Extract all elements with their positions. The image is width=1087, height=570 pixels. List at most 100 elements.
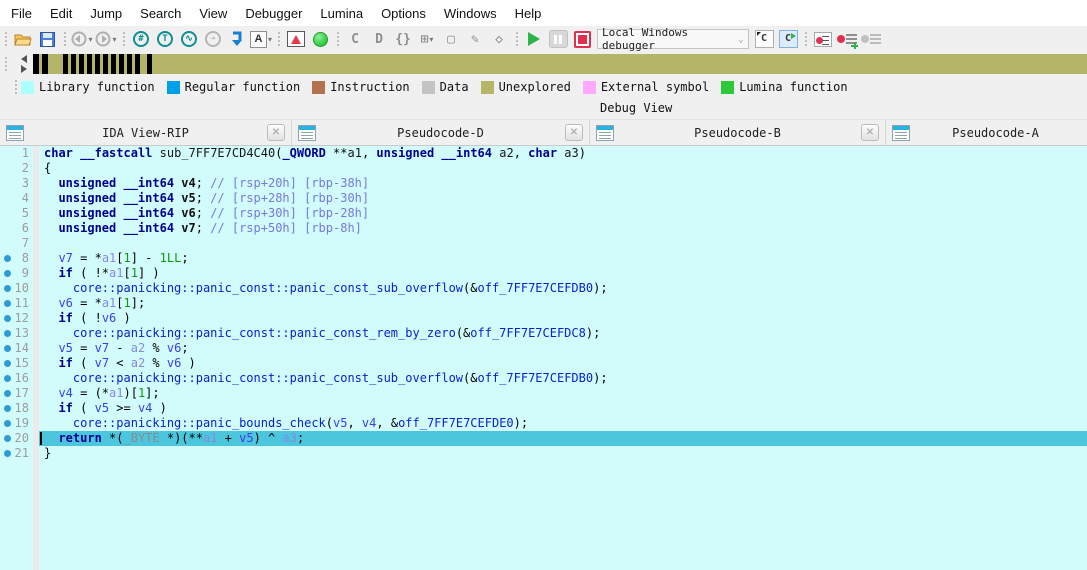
text-view-button[interactable]: A▾ [250,28,272,50]
panel-tab-ida-view-rip[interactable]: IDA View-RIP✕ [0,120,291,145]
window-icon[interactable] [596,125,614,141]
line-number: 19 [0,416,29,431]
close-icon[interactable]: ✕ [565,124,583,141]
toolbar-drag-handle[interactable] [3,30,9,48]
make-struct-button[interactable]: {} [392,28,414,50]
make-unknown-button[interactable]: ▢ [440,28,462,50]
disable-breakpoint-button[interactable] [860,28,882,50]
menu-file[interactable]: File [2,2,41,25]
code-text[interactable]: core::panicking::panic_const::panic_cons… [39,281,1087,296]
continue-process-button[interactable] [523,28,545,50]
window-icon[interactable] [6,125,24,141]
panel-title[interactable]: Pseudocode-A [910,126,1081,140]
lumina-status-button[interactable] [309,28,331,50]
code-text[interactable]: v5 = v7 - a2 % v6; [39,341,1087,356]
run-until-return-button[interactable]: C [753,28,775,50]
code-text[interactable]: unsigned __int64 v4; // [rsp+20h] [rbp-3… [39,176,1087,191]
forward-arrow-icon [95,31,111,47]
menu-jump[interactable]: Jump [81,2,131,25]
jump-to-operand-button[interactable]: ➔ [202,28,224,50]
window-icon[interactable] [892,125,910,141]
navband-drag-handle[interactable] [3,55,9,73]
debugger-selector-combo[interactable]: Local Windows debugger ⌄ [597,29,749,49]
show-flow-chart-button[interactable] [285,28,307,50]
make-code-button[interactable]: C [344,28,366,50]
tab-debug-view[interactable]: Debug View [600,101,672,115]
toolbar-drag-handle[interactable] [335,30,341,48]
menu-view[interactable]: View [190,2,236,25]
text-dropdown-caret-icon[interactable]: ▾ [268,35,272,44]
code-text[interactable]: v4 = (*a1)[1]; [39,386,1087,401]
code-line: 13 core::panicking::panic_const::panic_c… [0,326,1087,341]
navband-right-arrow-icon[interactable] [21,65,27,73]
jump-by-name-button[interactable]: T [154,28,176,50]
forward-dropdown-caret-icon[interactable]: ▾ [112,35,116,44]
patch-button[interactable]: ◇ [488,28,510,50]
code-text[interactable]: v7 = *a1[1] - 1LL; [39,251,1087,266]
code-text[interactable]: return *(_BYTE *)(**a1 + v5) ^ a3; [39,431,1087,446]
code-text[interactable]: { [39,161,1087,176]
navband-left-arrow-icon[interactable] [21,55,27,63]
navband-stripe [111,54,116,74]
code-text[interactable]: core::panicking::panic_const::panic_cons… [39,326,1087,341]
window-icon[interactable] [298,125,316,141]
menu-debugger[interactable]: Debugger [236,2,311,25]
code-text[interactable]: } [39,446,1087,461]
navigate-forward-button[interactable]: ▾ [95,28,117,50]
panel-title[interactable]: Pseudocode-B [614,126,861,140]
code-text[interactable]: if ( !*a1[1] ) [39,266,1087,281]
jump-in-new-window-button[interactable] [226,28,248,50]
navigate-back-button[interactable]: ▾ [71,28,93,50]
array-dropdown-caret-icon[interactable]: ▾ [429,35,433,44]
panel-tab-pseudocode-d[interactable]: Pseudocode-D✕ [291,120,589,145]
jump-to-segment-button[interactable]: ∿ [178,28,200,50]
code-text[interactable]: v6 = *a1[1]; [39,296,1087,311]
panel-tab-pseudocode-a[interactable]: Pseudocode-A [885,120,1087,145]
close-icon[interactable]: ✕ [267,124,285,141]
toolbar-drag-handle[interactable] [803,30,809,48]
breakpoint-list-button[interactable] [812,28,834,50]
menu-help[interactable]: Help [506,2,551,25]
panel-title[interactable]: Pseudocode-D [316,126,565,140]
make-data-button[interactable]: D [368,28,390,50]
suspend-process-button[interactable] [547,28,569,50]
code-text[interactable]: core::panicking::panic_const::panic_cons… [39,371,1087,386]
menu-lumina[interactable]: Lumina [311,2,372,25]
back-dropdown-caret-icon[interactable]: ▾ [88,35,92,44]
toolbar-drag-handle[interactable] [276,30,282,48]
save-button[interactable] [36,28,58,50]
toolbar-drag-handle[interactable] [121,30,127,48]
edit-comment-button[interactable]: ✎ [464,28,486,50]
menu-options[interactable]: Options [372,2,435,25]
code-text[interactable]: unsigned __int64 v5; // [rsp+28h] [rbp-3… [39,191,1087,206]
code-text[interactable]: if ( !v6 ) [39,311,1087,326]
navigation-band[interactable] [33,54,1087,74]
c-run-icon: C [779,30,798,48]
menu-edit[interactable]: Edit [41,2,81,25]
legend-label: Data [440,80,469,94]
toolbar-drag-handle[interactable] [514,30,520,48]
c-return-icon: C [755,30,774,48]
pseudocode-view[interactable]: 1char __fastcall sub_7FF7E7CD4C40(_QWORD… [0,146,1087,570]
close-icon[interactable]: ✕ [861,124,879,141]
code-text[interactable]: if ( v7 < a2 % v6 ) [39,356,1087,371]
jump-to-address-button[interactable]: # [130,28,152,50]
stop-process-button[interactable] [571,28,593,50]
code-text[interactable]: char __fastcall sub_7FF7E7CD4C40(_QWORD … [39,146,1087,161]
run-to-cursor-button[interactable]: C [777,28,799,50]
code-text[interactable]: core::panicking::panic_bounds_check(v5, … [39,416,1087,431]
code-text[interactable]: if ( v5 >= v4 ) [39,401,1087,416]
legend-drag-handle[interactable] [13,78,19,96]
add-breakpoint-button[interactable] [836,28,858,50]
menu-windows[interactable]: Windows [435,2,506,25]
make-array-button[interactable]: ⊞▾ [416,28,438,50]
open-file-button[interactable] [12,28,34,50]
legend-label: Unexplored [499,80,571,94]
panel-tab-pseudocode-b[interactable]: Pseudocode-B✕ [589,120,885,145]
menu-search[interactable]: Search [131,2,190,25]
code-line: 10 core::panicking::panic_const::panic_c… [0,281,1087,296]
panel-title[interactable]: IDA View-RIP [24,126,267,140]
toolbar-drag-handle[interactable] [62,30,68,48]
code-text[interactable]: unsigned __int64 v6; // [rsp+30h] [rbp-2… [39,206,1087,221]
code-text[interactable]: unsigned __int64 v7; // [rsp+50h] [rbp-8… [39,221,1087,236]
